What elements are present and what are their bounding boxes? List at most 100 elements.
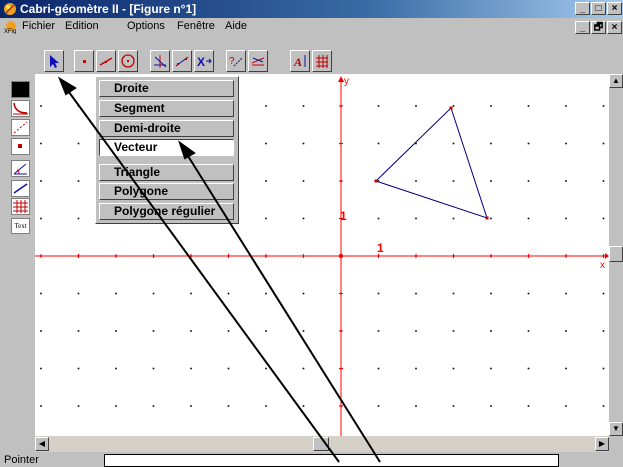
color-fill-icon[interactable] bbox=[11, 81, 30, 98]
grid-dot bbox=[490, 105, 492, 107]
angle-mark-icon[interactable] bbox=[11, 160, 30, 177]
dropdown-item-segment[interactable]: Segment bbox=[99, 100, 234, 117]
menu-edition[interactable]: Edition bbox=[65, 20, 99, 32]
grid-dot bbox=[265, 217, 267, 220]
cabri-logo-icon[interactable] bbox=[3, 2, 17, 16]
grid-dot bbox=[602, 217, 605, 220]
vertical-scrollbar[interactable]: ▲ ▼ bbox=[609, 74, 623, 436]
construct-icon[interactable] bbox=[150, 50, 170, 72]
grid-dot bbox=[527, 142, 530, 145]
dropdown-item-polygone-regulier[interactable]: Polygone régulier bbox=[99, 203, 234, 220]
svg-text:XFig: XFig bbox=[4, 29, 16, 34]
circle-icon[interactable] bbox=[118, 50, 138, 72]
grid-dot bbox=[565, 180, 567, 182]
minimize-button[interactable]: _ bbox=[575, 2, 590, 15]
grid-dot bbox=[527, 292, 530, 295]
display-text-icon[interactable]: A bbox=[290, 50, 310, 72]
grid-dot bbox=[602, 105, 605, 107]
check-property-icon[interactable]: ? bbox=[226, 50, 246, 72]
grid-icon[interactable] bbox=[11, 198, 30, 215]
doc-restore-button[interactable]: 🗗 bbox=[591, 21, 606, 34]
grid-dot bbox=[415, 180, 417, 182]
grid-dot bbox=[265, 292, 267, 295]
dropdown-item-vecteur[interactable]: Vecteur bbox=[99, 139, 234, 156]
grid-dot bbox=[415, 330, 417, 332]
grid-dot bbox=[415, 405, 417, 407]
window-title: Cabri-géomètre II - [Figure n°1] bbox=[20, 2, 197, 16]
title-bar[interactable]: Cabri-géomètre II - [Figure n°1] _ □ × bbox=[0, 0, 623, 18]
grid-dot bbox=[40, 405, 42, 407]
grid-dot bbox=[40, 292, 42, 295]
grid-dot bbox=[265, 142, 267, 145]
grid-dot bbox=[490, 367, 492, 370]
grid-dot bbox=[490, 142, 492, 145]
dropdown-item-droite[interactable]: Droite bbox=[99, 80, 234, 97]
grid-dot bbox=[377, 217, 380, 220]
scroll-up-icon[interactable]: ▲ bbox=[609, 74, 623, 88]
macro-icon[interactable]: X bbox=[194, 50, 214, 72]
grid-dot bbox=[602, 405, 605, 407]
transform-icon[interactable] bbox=[172, 50, 192, 72]
menu-fenetre[interactable]: Fenêtre bbox=[177, 20, 215, 32]
scroll-left-icon[interactable]: ◀ bbox=[35, 437, 49, 451]
grid-dot bbox=[302, 142, 305, 145]
grid-dot bbox=[527, 405, 530, 407]
dropdown-item-demi-droite[interactable]: Demi-droite bbox=[99, 120, 234, 137]
grid-dot bbox=[565, 142, 567, 145]
draw-grid-icon[interactable] bbox=[312, 50, 332, 72]
grid-dot bbox=[415, 105, 417, 107]
dropdown-item-triangle[interactable]: Triangle bbox=[99, 164, 234, 181]
grid-dot bbox=[40, 217, 42, 220]
text-style-button[interactable]: Text bbox=[11, 218, 30, 234]
grid-dot bbox=[190, 330, 192, 332]
grid-dot bbox=[227, 330, 230, 332]
grid-dot bbox=[77, 292, 80, 295]
maximize-button[interactable]: □ bbox=[591, 2, 606, 15]
line-icon[interactable] bbox=[96, 50, 116, 72]
triangle-vertex bbox=[374, 179, 378, 183]
grid-dot bbox=[602, 180, 605, 182]
horizontal-scrollbar[interactable]: ◀ ▶ bbox=[35, 436, 609, 452]
grid-dot bbox=[415, 217, 417, 220]
grid-dot bbox=[490, 292, 492, 295]
scroll-down-icon[interactable]: ▼ bbox=[609, 422, 623, 436]
triangle-vertex bbox=[449, 106, 453, 110]
grid-dot bbox=[452, 105, 455, 107]
grid-dot bbox=[115, 330, 117, 332]
svg-text:X: X bbox=[197, 55, 205, 69]
grid-dot bbox=[565, 217, 567, 220]
pointer-arrow-icon[interactable] bbox=[44, 50, 64, 72]
grid-dot bbox=[77, 217, 80, 220]
grid-dot bbox=[302, 292, 305, 295]
dropdown-item-polygone[interactable]: Polygone bbox=[99, 183, 234, 200]
measure-icon[interactable] bbox=[248, 50, 268, 72]
grid-dot bbox=[452, 292, 455, 295]
grid-dot bbox=[377, 292, 380, 295]
grid-dot bbox=[40, 330, 42, 332]
doc-close-button[interactable]: × bbox=[607, 21, 622, 34]
dotted-style-icon[interactable] bbox=[11, 119, 30, 136]
point-icon[interactable] bbox=[74, 50, 94, 72]
menu-options[interactable]: Options bbox=[127, 20, 165, 32]
scroll-right-icon[interactable]: ▶ bbox=[595, 437, 609, 451]
doc-minimize-button[interactable]: _ bbox=[575, 21, 590, 34]
close-button[interactable]: × bbox=[607, 2, 622, 15]
grid-dot bbox=[115, 367, 117, 370]
grid-dot bbox=[152, 367, 155, 370]
vertical-scroll-thumb[interactable] bbox=[609, 246, 623, 262]
menu-aide[interactable]: Aide bbox=[225, 20, 247, 32]
grid-dot bbox=[40, 180, 42, 182]
grid-dot bbox=[377, 105, 380, 107]
horizontal-scroll-thumb[interactable] bbox=[313, 437, 329, 451]
menu-fichier[interactable]: Fichier bbox=[22, 20, 55, 32]
figure-document-icon[interactable]: XFig bbox=[3, 20, 19, 35]
point-style-icon[interactable] bbox=[11, 138, 30, 155]
grid-dot bbox=[602, 142, 605, 145]
grid-dot bbox=[302, 405, 305, 407]
grid-dot bbox=[527, 367, 530, 370]
curve-style-icon[interactable] bbox=[11, 100, 30, 117]
grid-dot bbox=[115, 405, 117, 407]
grid-dot bbox=[302, 367, 305, 370]
grid-dot bbox=[452, 217, 455, 220]
line-thickness-icon[interactable] bbox=[11, 180, 30, 197]
